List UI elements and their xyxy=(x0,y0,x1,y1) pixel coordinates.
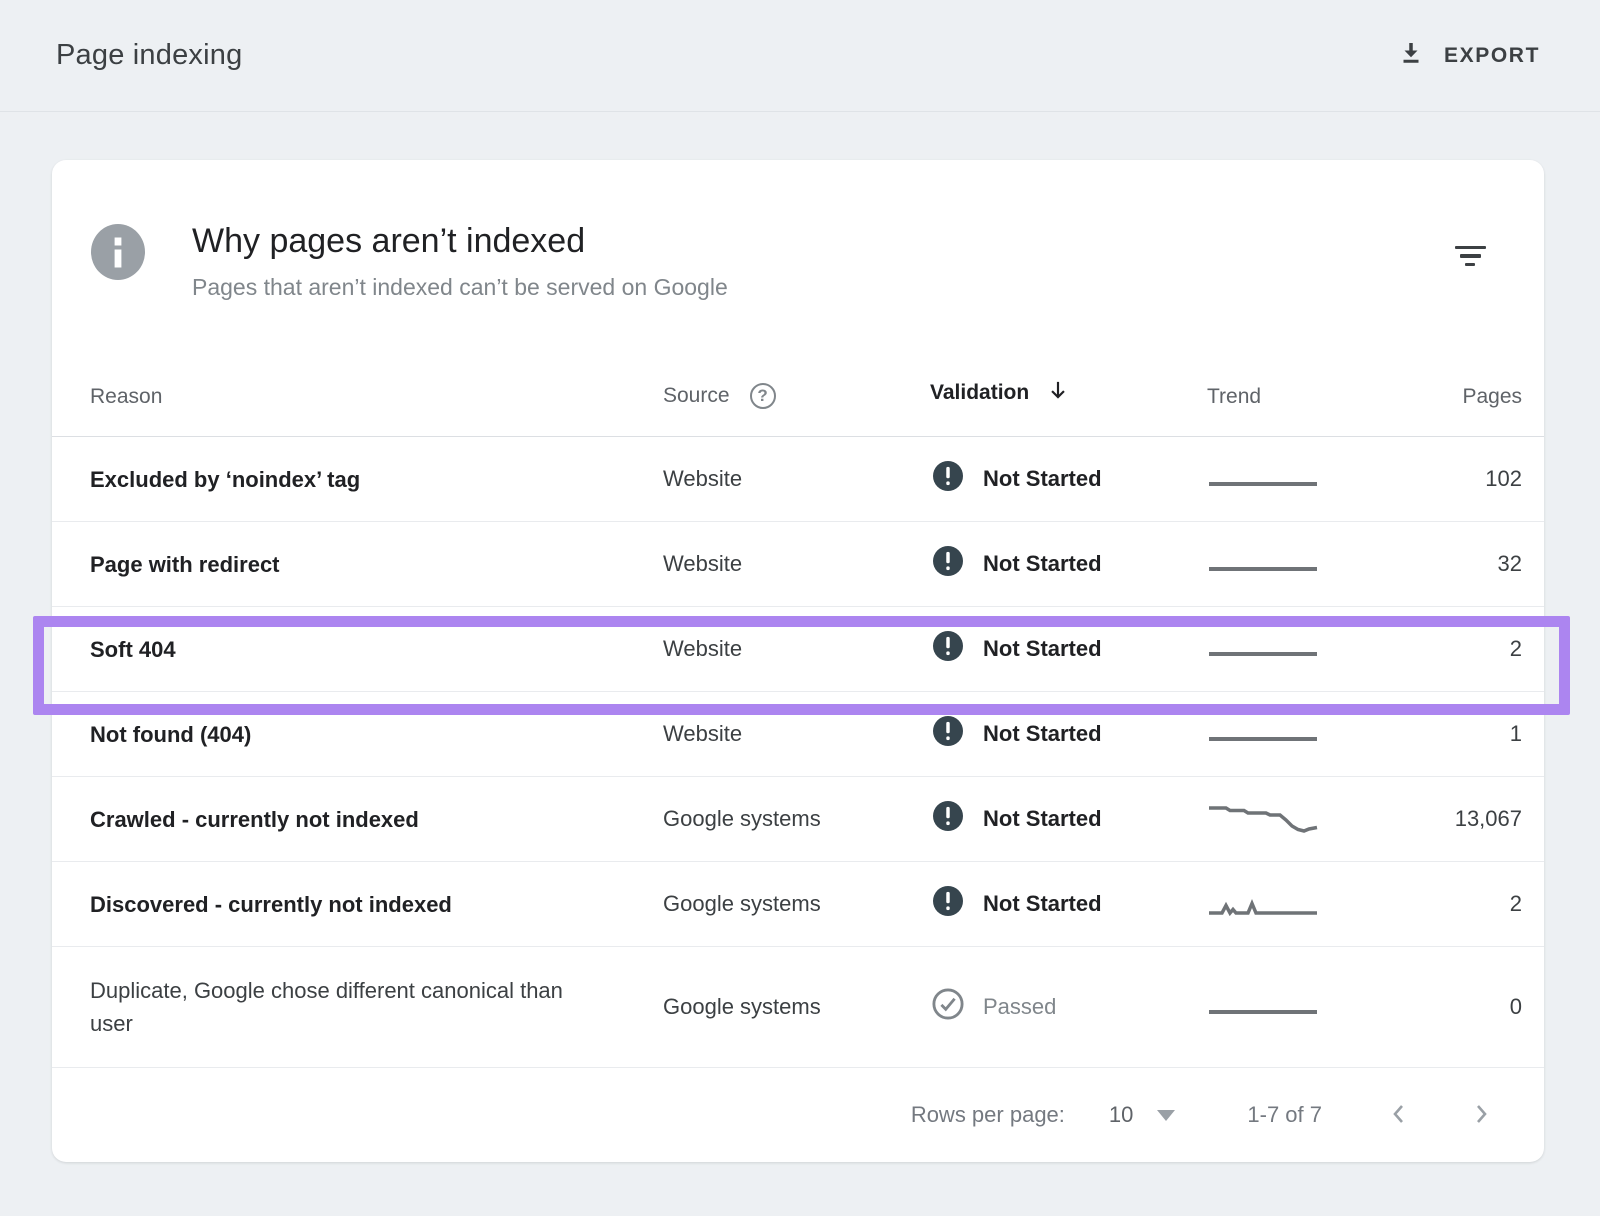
alert-icon xyxy=(930,628,966,670)
check-circle-icon xyxy=(930,986,966,1028)
card-subtitle: Pages that aren’t indexed can’t be serve… xyxy=(192,274,728,301)
report-card: Why pages aren’t indexed Pages that aren… xyxy=(52,160,1544,1162)
reason-cell[interactable]: Page with redirect xyxy=(90,548,663,581)
chevron-right-icon xyxy=(1466,1099,1496,1132)
pages-cell: 32 xyxy=(1498,551,1522,577)
rows-per-page-label: Rows per page: xyxy=(911,1102,1065,1128)
alert-icon xyxy=(930,798,966,840)
dropdown-arrow-icon xyxy=(1157,1110,1175,1121)
trend-cell xyxy=(1207,542,1397,586)
validation-status: Passed xyxy=(983,994,1056,1020)
trend-sparkline xyxy=(1207,457,1319,501)
source-cell: Google systems xyxy=(663,994,930,1020)
trend-sparkline xyxy=(1207,542,1319,586)
column-header-trend[interactable]: Trend xyxy=(1207,385,1397,409)
validation-cell: Not Started xyxy=(930,798,1207,840)
info-icon xyxy=(90,224,146,280)
table-row[interactable]: Discovered - currently not indexed Googl… xyxy=(52,862,1544,947)
page-indexing-screen: Page indexing EXPORT Why pages are xyxy=(0,0,1600,1162)
alert-icon xyxy=(930,713,966,755)
trend-cell xyxy=(1207,627,1397,671)
validation-status: Not Started xyxy=(983,721,1102,747)
validation-status: Not Started xyxy=(983,466,1102,492)
trend-sparkline xyxy=(1207,712,1319,756)
next-page-button[interactable] xyxy=(1462,1095,1500,1136)
validation-status: Not Started xyxy=(983,636,1102,662)
trend-cell xyxy=(1207,882,1397,926)
validation-status: Not Started xyxy=(983,806,1102,832)
card-titles: Why pages aren’t indexed Pages that aren… xyxy=(192,222,728,301)
trend-sparkline xyxy=(1207,797,1319,841)
validation-cell: Not Started xyxy=(930,543,1207,585)
source-cell: Google systems xyxy=(663,891,930,917)
validation-cell: Passed xyxy=(930,986,1207,1028)
page-range-label: 1-7 of 7 xyxy=(1247,1102,1322,1128)
download-icon xyxy=(1396,38,1426,74)
pages-cell: 13,067 xyxy=(1455,806,1522,832)
source-cell: Website xyxy=(663,466,930,492)
source-cell: Website xyxy=(663,551,930,577)
reason-cell[interactable]: Duplicate, Google chose different canoni… xyxy=(90,974,595,1040)
table-row[interactable]: Crawled - currently not indexed Google s… xyxy=(52,777,1544,862)
trend-sparkline xyxy=(1207,627,1319,671)
trend-cell xyxy=(1207,797,1397,841)
previous-page-button[interactable] xyxy=(1380,1095,1418,1136)
card-title: Why pages aren’t indexed xyxy=(192,222,728,261)
table-row[interactable]: Duplicate, Google chose different canoni… xyxy=(52,947,1544,1068)
column-header-reason[interactable]: Reason xyxy=(90,385,663,409)
table-row[interactable]: Page with redirect Website Not Started xyxy=(52,522,1544,607)
table-row-soft-404[interactable]: Soft 404 Website Not Started xyxy=(52,607,1544,692)
reason-cell[interactable]: Discovered - currently not indexed xyxy=(90,888,663,921)
column-header-source[interactable]: Source xyxy=(663,383,930,409)
trend-cell xyxy=(1207,985,1397,1029)
trend-cell xyxy=(1207,712,1397,756)
alert-icon xyxy=(930,458,966,500)
table-row[interactable]: Excluded by ‘noindex’ tag Website Not St… xyxy=(52,437,1544,522)
page-title: Page indexing xyxy=(56,39,242,72)
source-cell: Website xyxy=(663,721,930,747)
alert-icon xyxy=(930,883,966,925)
trend-sparkline xyxy=(1207,985,1319,1029)
validation-cell: Not Started xyxy=(930,628,1207,670)
filter-button[interactable] xyxy=(1446,234,1494,278)
trend-sparkline xyxy=(1207,882,1319,926)
issues-table: Reason Source Validation Trend xyxy=(52,301,1544,1068)
table-header-row: Reason Source Validation Trend xyxy=(52,301,1544,437)
column-header-pages[interactable]: Pages xyxy=(1462,385,1522,409)
column-header-validation[interactable]: Validation xyxy=(930,377,1207,409)
filter-icon xyxy=(1455,246,1486,267)
validation-cell: Not Started xyxy=(930,458,1207,500)
validation-status: Not Started xyxy=(983,551,1102,577)
chevron-left-icon xyxy=(1384,1099,1414,1132)
pages-cell: 1 xyxy=(1510,721,1522,747)
pages-cell: 2 xyxy=(1510,636,1522,662)
sort-descending-icon xyxy=(1045,377,1071,409)
source-cell: Google systems xyxy=(663,806,930,832)
validation-cell: Not Started xyxy=(930,713,1207,755)
top-bar: Page indexing EXPORT xyxy=(0,0,1600,112)
pagination-bar: Rows per page: 10 1-7 of 7 xyxy=(52,1068,1544,1162)
pages-cell: 2 xyxy=(1510,891,1522,917)
reason-cell[interactable]: Soft 404 xyxy=(90,633,663,666)
pages-cell: 0 xyxy=(1510,994,1522,1020)
reason-cell[interactable]: Not found (404) xyxy=(90,718,663,751)
rows-per-page-select[interactable]: 10 xyxy=(1103,1101,1181,1129)
validation-status: Not Started xyxy=(983,891,1102,917)
export-label: EXPORT xyxy=(1444,44,1540,68)
reason-cell[interactable]: Excluded by ‘noindex’ tag xyxy=(90,463,663,496)
reason-cell[interactable]: Crawled - currently not indexed xyxy=(90,803,663,836)
table-row[interactable]: Not found (404) Website Not Started xyxy=(52,692,1544,777)
pages-cell: 102 xyxy=(1485,466,1522,492)
source-cell: Website xyxy=(663,636,930,662)
help-icon[interactable] xyxy=(750,383,776,409)
validation-cell: Not Started xyxy=(930,883,1207,925)
trend-cell xyxy=(1207,457,1397,501)
card-header: Why pages aren’t indexed Pages that aren… xyxy=(52,160,1544,301)
export-button[interactable]: EXPORT xyxy=(1394,32,1542,80)
alert-icon xyxy=(930,543,966,585)
rows-per-page-value: 10 xyxy=(1109,1102,1133,1128)
